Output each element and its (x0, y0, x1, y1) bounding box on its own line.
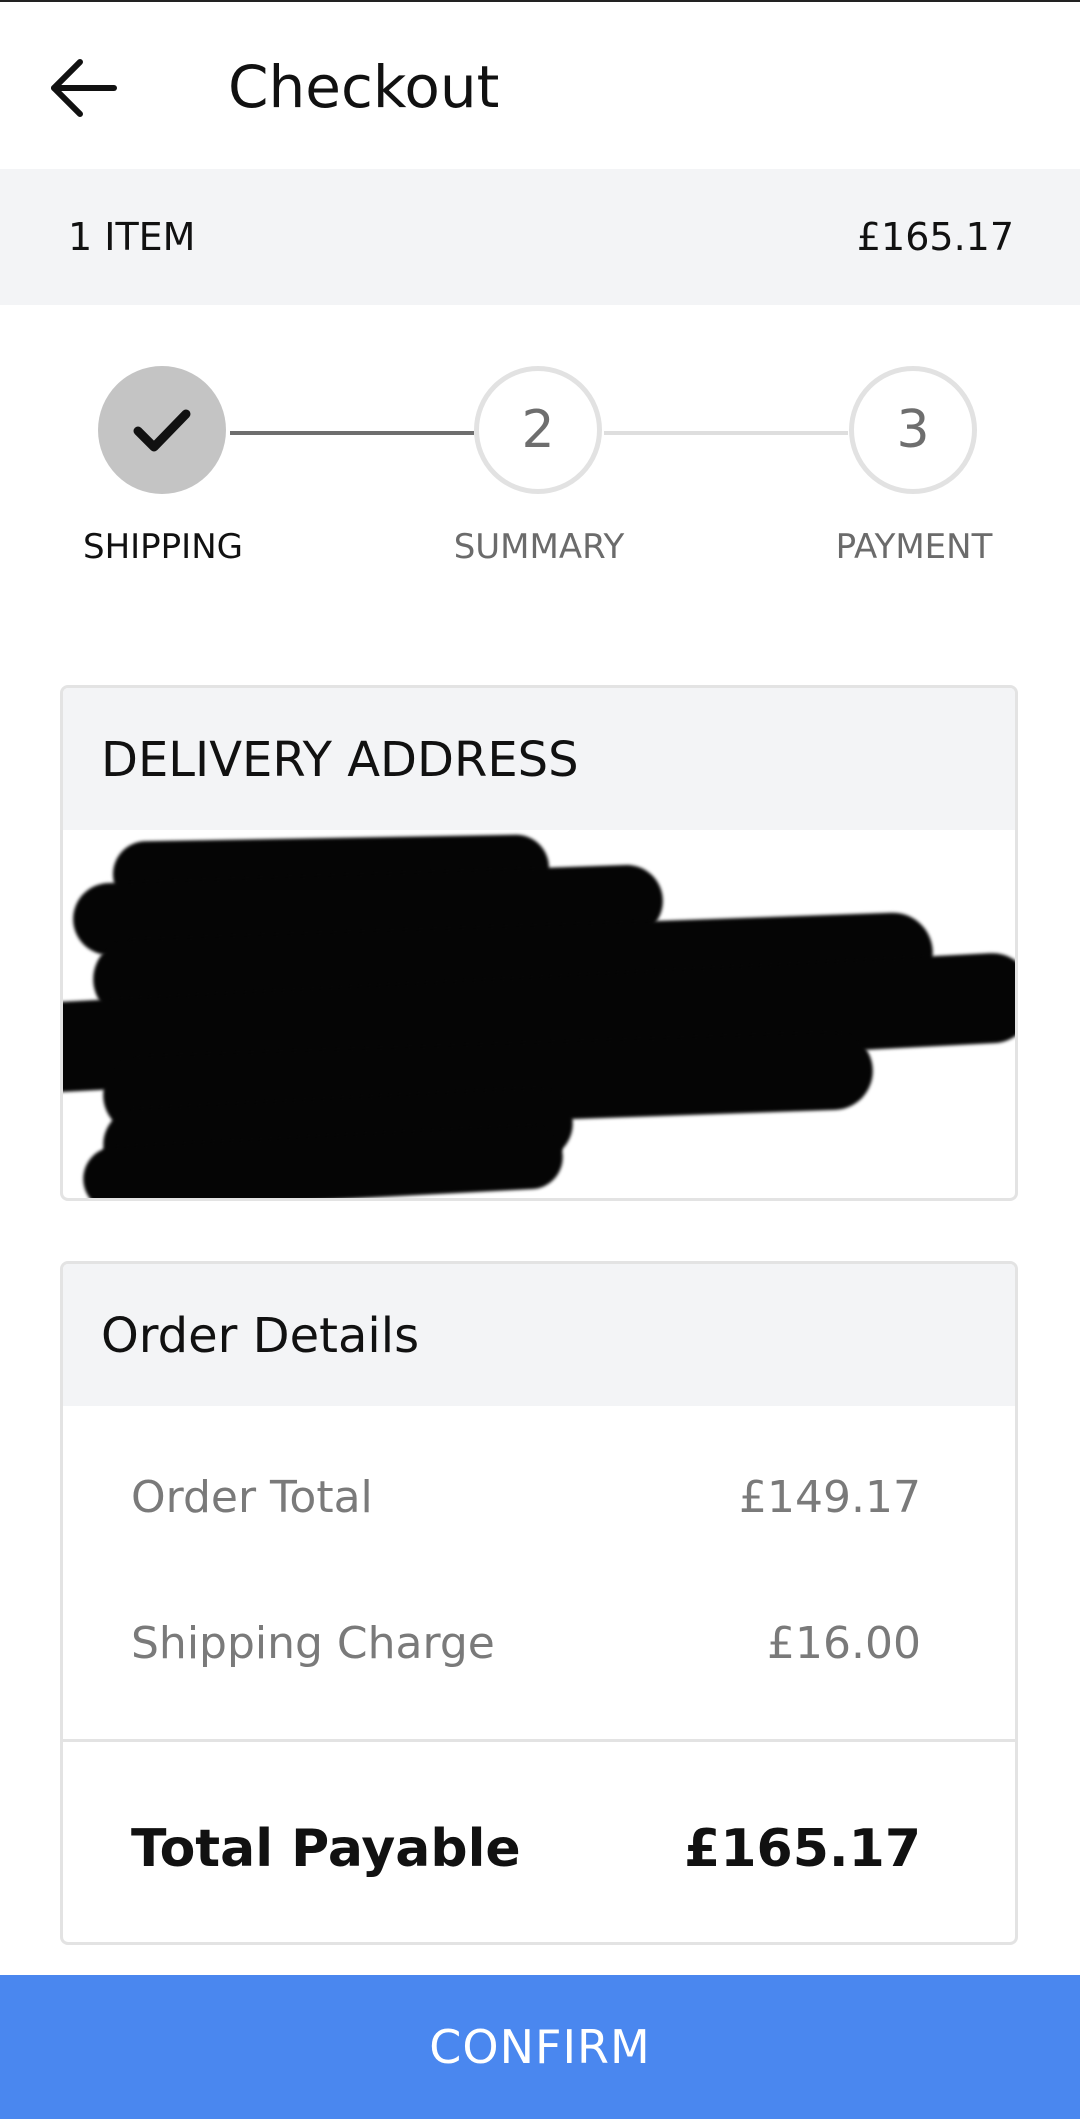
step-summary-indicator: 2 (474, 366, 602, 494)
cart-total: £165.17 (856, 215, 1014, 259)
page-title: Checkout (228, 53, 500, 121)
check-icon (133, 409, 191, 452)
checkout-stepper: 2 3 SHIPPING SUMMARY PAYMENT (0, 365, 1080, 585)
app-bar: Checkout (0, 2, 1080, 169)
order-details-card: Order Details Order Total £149.17 Shippi… (60, 1261, 1018, 1945)
step-shipping-indicator (98, 366, 226, 494)
step-connector-pending (604, 431, 848, 435)
confirm-button[interactable]: CONFIRM (0, 1975, 1080, 2119)
total-payable-label: Total Payable (131, 1819, 521, 1879)
step-shipping-label: SHIPPING (83, 527, 243, 567)
divider (63, 1739, 1015, 1742)
shipping-charge-value: £16.00 (767, 1618, 921, 1669)
step-connector-completed (230, 431, 474, 435)
order-total-label: Order Total (131, 1472, 373, 1523)
order-details-header: Order Details (63, 1264, 1015, 1406)
shipping-charge-label: Shipping Charge (131, 1618, 495, 1669)
delivery-address-card[interactable]: DELIVERY ADDRESS (60, 685, 1018, 1201)
delivery-address-title: DELIVERY ADDRESS (101, 732, 579, 788)
step-summary-label: SUMMARY (453, 527, 625, 567)
step-payment-label: PAYMENT (835, 527, 993, 567)
order-total-value: £149.17 (739, 1472, 921, 1523)
total-payable-value: £165.17 (684, 1819, 921, 1879)
back-button[interactable] (46, 50, 122, 126)
order-details-title: Order Details (101, 1308, 420, 1364)
items-count: 1 ITEM (68, 215, 196, 259)
step-payment-indicator: 3 (849, 366, 977, 494)
arrow-left-icon (51, 59, 117, 117)
delivery-address-header: DELIVERY ADDRESS (63, 688, 1015, 830)
cart-summary-bar: 1 ITEM £165.17 (0, 169, 1080, 305)
